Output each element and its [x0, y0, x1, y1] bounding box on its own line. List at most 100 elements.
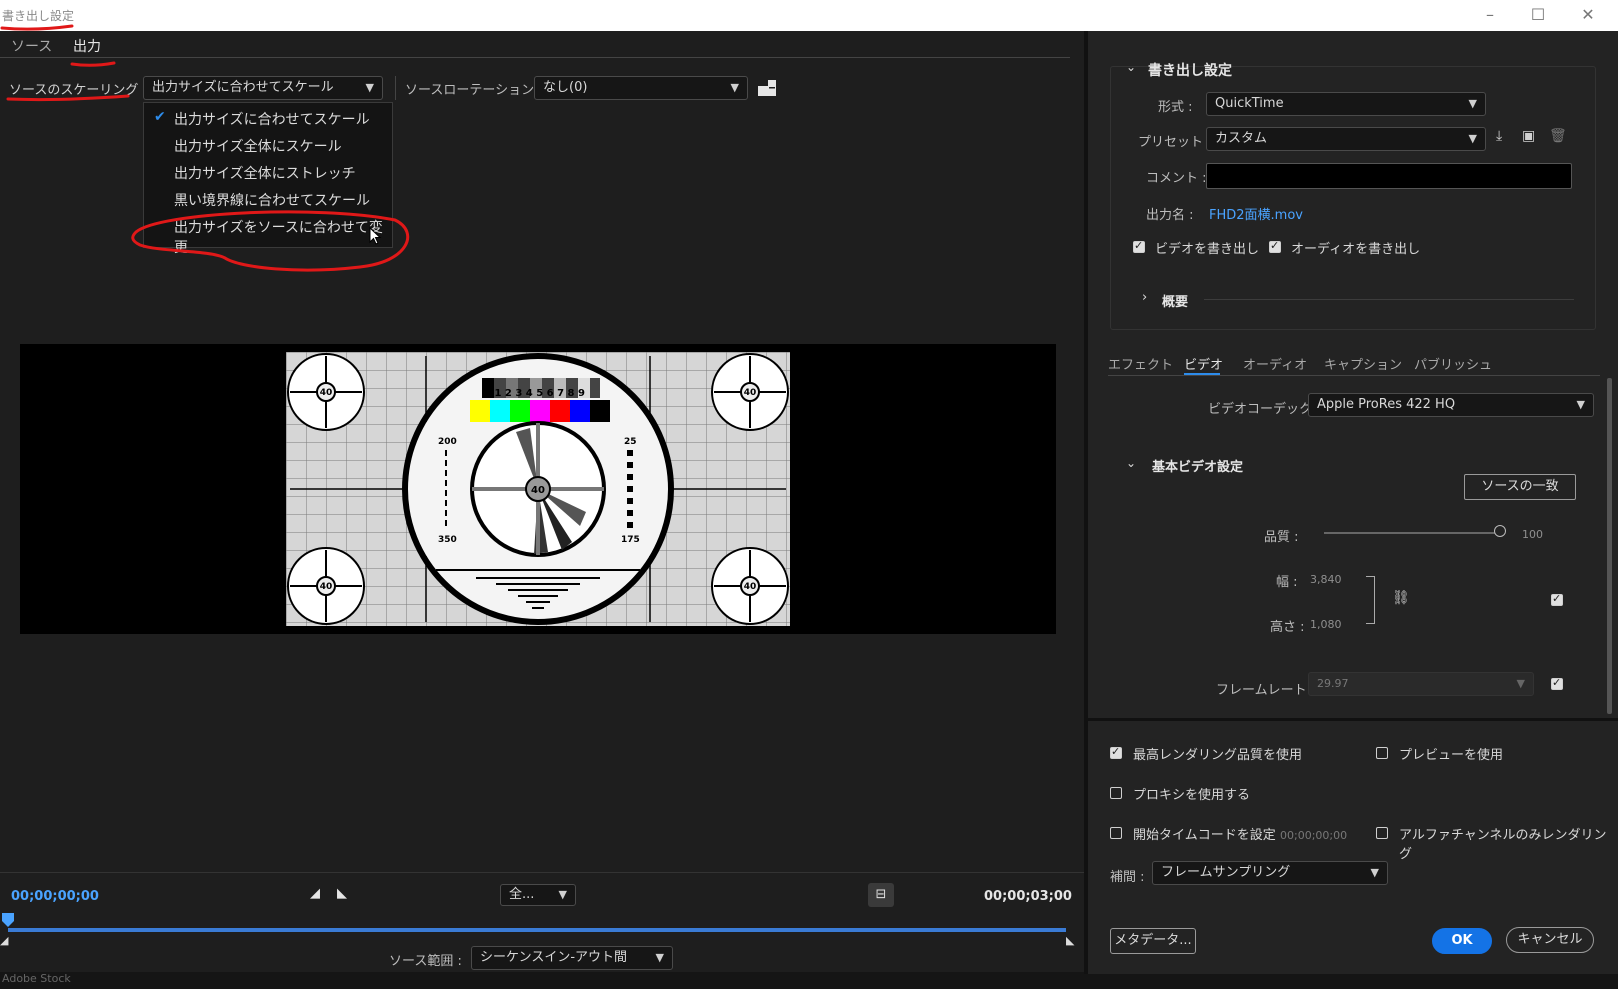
right-scrollbar[interactable]: [1607, 378, 1612, 714]
timecode-start[interactable]: 00;00;00;00: [11, 889, 99, 904]
quality-label: 品質 :: [1264, 530, 1299, 545]
framerate-override-checkbox[interactable]: [1551, 676, 1563, 690]
chevron-down-icon: ▼: [365, 81, 374, 94]
tab-video[interactable]: ビデオ: [1184, 354, 1223, 373]
export-audio-label: オーディオを書き出し: [1291, 242, 1421, 257]
metadata-button[interactable]: メタデータ...: [1110, 928, 1196, 954]
export-video-label: ビデオを書き出し: [1155, 242, 1260, 257]
zoom-select[interactable]: 全... ▼: [500, 884, 576, 906]
export-settings-header: 書き出し設定: [1148, 63, 1232, 79]
format-value: QuickTime: [1215, 96, 1284, 111]
chevron-down-icon: ▼: [1516, 677, 1525, 690]
chevron-down-icon: ▼: [1468, 97, 1477, 110]
comment-input[interactable]: [1206, 163, 1572, 189]
dropdown-option-change-output[interactable]: 出力サイズをソースに合わせて変更: [174, 217, 392, 257]
max-quality-checkbox[interactable]: [1110, 745, 1122, 759]
tab-audio[interactable]: オーディオ: [1243, 354, 1307, 373]
chevron-right-icon[interactable]: ›: [1142, 290, 1147, 305]
format-label: 形式 :: [1158, 100, 1193, 115]
export-audio-checkbox[interactable]: [1269, 239, 1281, 253]
save-preset-icon[interactable]: ⤓: [1496, 128, 1502, 144]
comment-label: コメント :: [1146, 171, 1207, 186]
dropdown-option-fit[interactable]: 出力サイズに合わせてスケール: [174, 109, 370, 129]
testcard-label: 175: [621, 535, 640, 545]
set-start-tc-checkbox[interactable]: [1110, 827, 1122, 839]
tab-captions[interactable]: キャプション: [1324, 354, 1402, 373]
quality-slider-thumb[interactable]: [1494, 525, 1506, 537]
tab-effects[interactable]: エフェクト: [1108, 354, 1173, 373]
import-preset-icon[interactable]: ▣: [1522, 128, 1535, 144]
unlink-icon[interactable]: ⛓: [1392, 590, 1410, 606]
codec-value: Apple ProRes 422 HQ: [1317, 397, 1456, 412]
fit-frame-icon[interactable]: ⊟: [868, 883, 894, 907]
export-video-checkbox[interactable]: [1133, 239, 1145, 253]
source-range-select[interactable]: シーケンスイン-アウト間 ▼: [471, 946, 673, 970]
footer-text: Adobe Stock: [2, 972, 71, 985]
chevron-down-icon[interactable]: ⌄: [1126, 456, 1136, 470]
alpha-only-label: アルファチャンネルのみレンダリング: [1399, 828, 1607, 862]
playhead-handle[interactable]: [2, 913, 14, 929]
source-range-label: ソース範囲 :: [389, 954, 462, 969]
interp-value: フレームサンプリング: [1161, 865, 1291, 880]
interp-label: 補間 :: [1110, 870, 1145, 885]
grayscale-numbers: 0 1 2 3 4 5 6 7 8 9: [484, 388, 585, 399]
crop-icon[interactable]: [756, 78, 778, 98]
output-name-label: 出力名 :: [1146, 208, 1194, 223]
minimize-icon[interactable]: –: [1470, 4, 1510, 26]
rotation-select[interactable]: なし(0) ▼: [534, 76, 748, 100]
dropdown-option-stretch[interactable]: 出力サイズ全体にストレッチ: [174, 163, 356, 183]
quality-value[interactable]: 100: [1522, 528, 1543, 541]
timeline-track[interactable]: [8, 928, 1066, 932]
testcard-label: 40: [320, 388, 333, 398]
match-source-button[interactable]: ソースの一致: [1464, 474, 1576, 500]
tab-publish[interactable]: パブリッシュ: [1414, 354, 1492, 373]
link-bracket: [1366, 576, 1375, 624]
title-bar: 書き出し設定 – ☐ ✕: [0, 0, 1618, 31]
testcard-label: 40: [320, 582, 333, 592]
width-label: 幅 :: [1276, 575, 1298, 590]
maximize-icon[interactable]: ☐: [1518, 4, 1558, 26]
start-tc-value[interactable]: 00;00;00;00: [1280, 829, 1347, 842]
dropdown-option-fill[interactable]: 出力サイズ全体にスケール: [174, 136, 342, 156]
quality-slider-track[interactable]: [1324, 532, 1500, 534]
framerate-value: 29.97: [1317, 677, 1349, 690]
testcard-label: 40: [744, 388, 757, 398]
close-icon[interactable]: ✕: [1568, 4, 1608, 26]
codec-select[interactable]: Apple ProRes 422 HQ ▼: [1308, 393, 1594, 417]
interp-select[interactable]: フレームサンプリング ▼: [1152, 861, 1388, 885]
format-select[interactable]: QuickTime ▼: [1206, 92, 1486, 116]
source-range-value: シーケンスイン-アウト間: [480, 950, 628, 965]
scaling-value: 出力サイズに合わせてスケール: [152, 80, 334, 95]
delete-preset-icon[interactable]: 🗑: [1549, 128, 1567, 144]
size-override-checkbox[interactable]: [1551, 592, 1563, 606]
rotation-value: なし(0): [543, 80, 588, 95]
mark-in-icon[interactable]: ◢: [310, 886, 320, 901]
width-value[interactable]: 3,840: [1310, 573, 1342, 586]
mark-out-icon[interactable]: ◣: [337, 886, 347, 901]
tab-output[interactable]: 出力: [73, 36, 101, 56]
scaling-select[interactable]: 出力サイズに合わせてスケール ▼: [143, 76, 383, 100]
output-name-link[interactable]: FHD2面横.mov: [1209, 204, 1303, 223]
range-in-handle-icon[interactable]: ◢: [0, 934, 8, 947]
alpha-only-checkbox[interactable]: [1376, 827, 1388, 839]
cancel-button[interactable]: キャンセル: [1506, 927, 1594, 953]
mouse-cursor-icon: [369, 227, 382, 245]
tab-source[interactable]: ソース: [11, 36, 52, 56]
testcard-label: 25: [624, 437, 637, 447]
ok-button[interactable]: OK: [1432, 928, 1492, 954]
chevron-down-icon: ▼: [1468, 132, 1477, 145]
basic-video-header: 基本ビデオ設定: [1152, 460, 1244, 475]
dropdown-option-black-borders[interactable]: 黒い境界線に合わせてスケール: [174, 190, 370, 210]
use-preview-checkbox[interactable]: [1376, 747, 1388, 759]
height-value[interactable]: 1,080: [1310, 618, 1342, 631]
chevron-down-icon: ▼: [1370, 866, 1379, 879]
testcard-label: 350: [438, 535, 457, 545]
codec-label: ビデオコーデック :: [1208, 402, 1321, 417]
use-proxy-checkbox[interactable]: [1110, 787, 1122, 799]
preset-value: カスタム: [1215, 131, 1268, 146]
range-out-handle-icon[interactable]: ◣: [1066, 934, 1074, 947]
chevron-down-icon[interactable]: ⌄: [1126, 60, 1136, 74]
summary-header[interactable]: 概要: [1162, 291, 1188, 310]
preset-select[interactable]: カスタム ▼: [1206, 127, 1486, 151]
framerate-select[interactable]: 29.97 ▼: [1308, 672, 1534, 696]
